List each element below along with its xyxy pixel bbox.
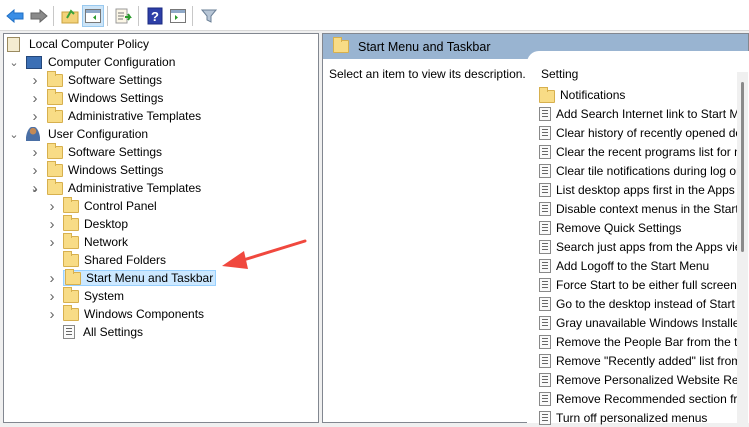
annotation-arrow bbox=[222, 239, 307, 269]
